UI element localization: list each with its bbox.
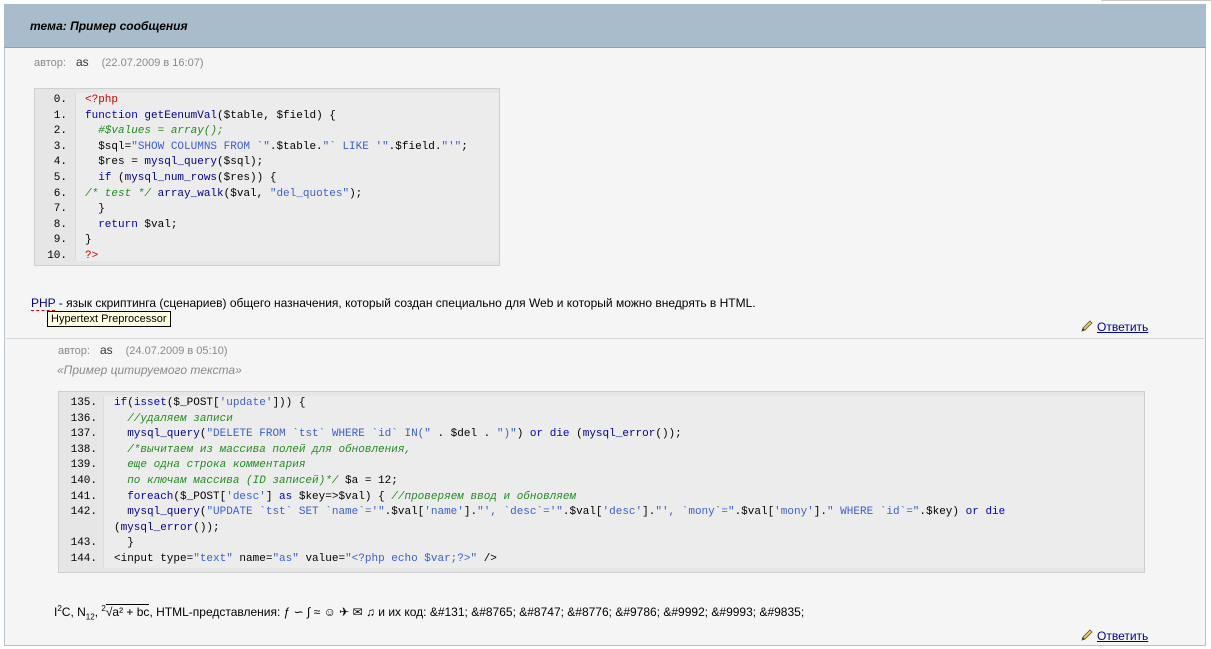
post-date: (24.07.2009 в 05:10) bbox=[125, 345, 228, 357]
code-line: $sql="SHOW COLUMNS FROM `".$table."` LIK… bbox=[85, 140, 468, 153]
code-body: if(isset($_POST['update'])) { //удаляем … bbox=[103, 396, 1144, 568]
top-edge-line bbox=[1101, 0, 1211, 1]
line-number: 144. bbox=[70, 552, 97, 565]
code-block: 135. 136. 137. 138. 139. 140. 141. 142. 143. 144.… bbox=[58, 391, 1145, 573]
line-number: 5. bbox=[53, 171, 67, 184]
line-numbers: 135. 136. 137. 138. 139. 140. 141. 142. 143. 144. bbox=[59, 396, 97, 568]
radical-expression: √a² + bc bbox=[105, 604, 150, 619]
code-line: ?> bbox=[85, 249, 99, 262]
code-line: //удаляем записи bbox=[127, 412, 233, 425]
special-characters-line: I2C, N12, 2√a² + bc, HTML-представления:… bbox=[54, 604, 804, 621]
abbr-tooltip: Hypertext Preprocessor bbox=[47, 311, 171, 327]
topic-title: тема: Пример сообщения bbox=[30, 19, 188, 33]
reply-button[interactable]: Ответить bbox=[1080, 628, 1148, 643]
line-number: 1. bbox=[53, 109, 67, 122]
code-line: $res = mysql_query($sql); bbox=[85, 156, 264, 169]
line-number bbox=[59, 521, 97, 537]
reply-label: Ответить bbox=[1097, 320, 1149, 334]
line-number: 7. bbox=[53, 203, 67, 216]
line-number: 4. bbox=[53, 156, 67, 169]
line-number: 141. bbox=[70, 490, 97, 503]
code-line: } bbox=[85, 203, 105, 216]
code-line: if(isset($_POST['update'])) { bbox=[114, 397, 306, 409]
line-number: 140. bbox=[70, 474, 97, 487]
line-numbers: 0. 1. 2. 3. 4. 5. 6. 7. 8. 9. 10. bbox=[35, 93, 67, 265]
subscript: 12 bbox=[85, 612, 95, 622]
post-meta: автор: as (24.07.2009 в 05:10) bbox=[58, 343, 228, 357]
code-line: <?php bbox=[85, 94, 119, 106]
pencil-icon bbox=[1081, 629, 1093, 641]
line-number: 2. bbox=[53, 125, 67, 138]
line-number: 138. bbox=[70, 443, 97, 456]
author-label: автор: bbox=[58, 345, 90, 357]
code-line: } bbox=[114, 537, 134, 550]
quoted-text: «Пример цитируемого текста» bbox=[57, 363, 242, 377]
author-label: автор: bbox=[34, 57, 66, 69]
code-line: function getEenumVal($table, $field) { bbox=[85, 109, 336, 122]
code-line: /*вычитаем из массива полей для обновлен… bbox=[127, 443, 412, 456]
line-number: 139. bbox=[70, 459, 97, 472]
post-meta: автор: as (22.07.2009 в 16:07) bbox=[34, 55, 204, 69]
code-line: (mysql_error()); bbox=[114, 521, 220, 534]
code-line: /* test */ array_walk($val, "del_quotes"… bbox=[85, 187, 363, 200]
special-text: C, N bbox=[61, 605, 86, 619]
reply-label: Ответить bbox=[1097, 629, 1149, 643]
code-block: 0. 1. 2. 3. 4. 5. 6. 7. 8. 9. 10. <?php function ge… bbox=[34, 88, 500, 266]
line-number: 137. bbox=[70, 428, 97, 441]
code-line: foreach($_POST['desc'] as $key=>$val) { … bbox=[127, 490, 577, 503]
author-name[interactable]: as bbox=[100, 343, 113, 357]
line-number: 3. bbox=[53, 140, 67, 153]
line-number: 9. bbox=[53, 234, 67, 247]
special-text: , HTML-представления: ƒ ∽ ∫ ≈ ☺ ✈ ✉ ♫ и … bbox=[149, 605, 805, 619]
code-line: mysql_query("UPDATE `tst` SET `name`='".… bbox=[127, 506, 1006, 519]
description-text: - язык скриптинга (сценариев) общего наз… bbox=[55, 296, 756, 310]
pencil-icon bbox=[1081, 320, 1093, 332]
post-date: (22.07.2009 в 16:07) bbox=[101, 57, 204, 69]
code-line: return $val; bbox=[98, 218, 178, 231]
php-abbreviation[interactable]: PHP bbox=[31, 296, 56, 311]
code-line: #$values = array(); bbox=[98, 125, 224, 138]
code-body: <?php function getEenumVal($table, $field… bbox=[75, 93, 499, 262]
code-line: <input type="text" name="as" value="<?ph… bbox=[114, 552, 497, 565]
post-description: PHP - язык скриптинга (сценариев) общего… bbox=[31, 296, 756, 311]
code-line: } bbox=[85, 234, 92, 247]
code-line: по ключам массива (ID записей)*/ $a = 12… bbox=[114, 474, 398, 487]
line-number: 8. bbox=[53, 218, 67, 231]
code-line: mysql_query("DELETE FROM `tst` WHERE `id… bbox=[127, 428, 682, 441]
line-number: 136. bbox=[70, 412, 97, 425]
code-line: if (mysql_num_rows($res)) { bbox=[98, 171, 277, 184]
line-number: 135. bbox=[70, 397, 97, 409]
post-separator bbox=[4, 338, 1206, 339]
reply-button[interactable]: Ответить bbox=[1080, 319, 1148, 334]
topic-header: тема: Пример сообщения bbox=[4, 4, 1206, 48]
author-name[interactable]: as bbox=[76, 55, 89, 69]
code-line: еще одна строка комментария bbox=[114, 459, 306, 472]
line-number: 0. bbox=[53, 94, 67, 106]
line-number: 142. bbox=[70, 506, 97, 519]
line-number: 10. bbox=[47, 249, 67, 262]
line-number: 143. bbox=[70, 537, 97, 550]
line-number: 6. bbox=[53, 187, 67, 200]
